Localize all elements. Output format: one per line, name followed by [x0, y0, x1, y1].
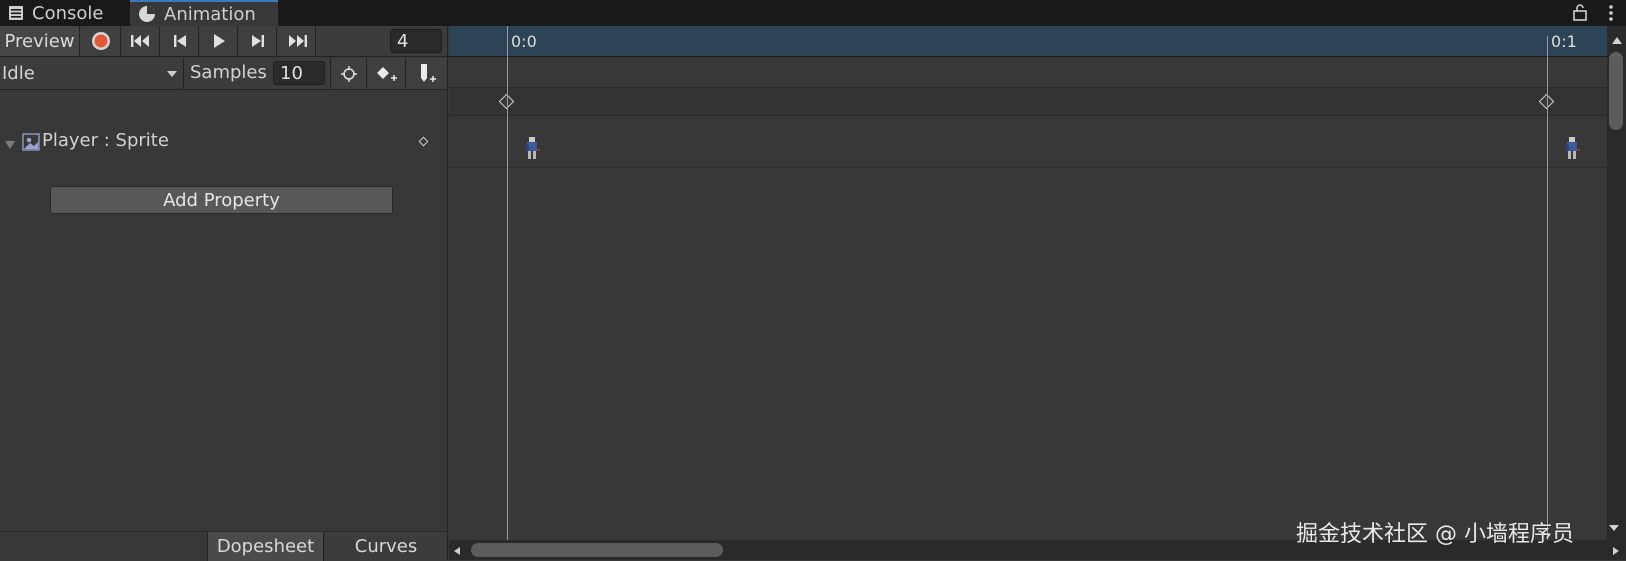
- step-back-icon: [173, 35, 186, 47]
- sprite-thumbnail-end[interactable]: [1563, 136, 1581, 162]
- add-keyframe-button[interactable]: [368, 58, 406, 89]
- tab-animation-label: Animation: [164, 3, 256, 25]
- preview-button[interactable]: Preview: [0, 26, 80, 56]
- crosshair-icon: [340, 65, 357, 82]
- add-property-label: Add Property: [163, 189, 280, 211]
- tab-console[interactable]: Console: [0, 0, 128, 26]
- record-button[interactable]: [81, 26, 121, 56]
- tab-dopesheet-label: Dopesheet: [216, 536, 315, 557]
- clip-dropdown[interactable]: Idle: [0, 58, 184, 89]
- filter-by-selection-button[interactable]: [330, 58, 367, 89]
- animation-clock-icon: [139, 6, 155, 22]
- tab-console-label: Console: [32, 2, 104, 24]
- play-icon: [213, 34, 225, 48]
- scroll-down-icon[interactable]: [1608, 524, 1620, 532]
- ruler-start-label: 0:0: [511, 32, 537, 51]
- vertical-scrollbar[interactable]: [1607, 26, 1626, 540]
- last-keyframe-button[interactable]: [278, 26, 316, 56]
- clip-start-line: [507, 57, 508, 540]
- chevron-down-icon: [167, 71, 177, 77]
- event-track[interactable]: [449, 58, 1607, 88]
- samples-label: Samples: [190, 62, 267, 83]
- scroll-up-icon[interactable]: [1611, 36, 1623, 45]
- tab-curves-label: Curves: [354, 536, 418, 557]
- frame-value: 4: [397, 30, 409, 52]
- console-icon: [9, 6, 23, 20]
- add-event-button[interactable]: [407, 58, 447, 89]
- property-label: Player : Sprite: [42, 130, 169, 151]
- samples-value: 10: [280, 62, 303, 84]
- skip-to-end-icon: [288, 35, 307, 47]
- previous-keyframe-button[interactable]: [161, 26, 199, 56]
- sprite-renderer-icon: [22, 133, 40, 151]
- record-icon: [91, 32, 110, 50]
- add-keyframe-icon: [376, 66, 397, 81]
- tab-dopesheet[interactable]: Dopesheet: [207, 532, 324, 561]
- first-keyframe-button[interactable]: [122, 26, 160, 56]
- window-tab-bar: Console Animation: [0, 0, 1626, 26]
- sprite-thumbnail-start[interactable]: [523, 136, 541, 162]
- summary-keyframe-track[interactable]: [449, 88, 1607, 116]
- step-forward-icon: [251, 35, 264, 47]
- skip-to-start-icon: [130, 35, 149, 47]
- add-property-button[interactable]: Add Property: [50, 186, 393, 214]
- expand-triangle-icon[interactable]: [4, 140, 16, 150]
- ruler-tick-start: [507, 26, 508, 57]
- tab-animation[interactable]: Animation: [130, 0, 278, 26]
- scroll-right-icon[interactable]: [1612, 546, 1620, 556]
- kebab-menu-icon[interactable]: [1604, 2, 1618, 24]
- time-ruler[interactable]: 0:0 0:1: [449, 26, 1607, 57]
- lock-icon[interactable]: [1572, 3, 1588, 21]
- property-row[interactable]: Player : Sprite: [0, 126, 447, 166]
- play-button[interactable]: [200, 26, 238, 56]
- animation-hierarchy-panel: Preview 4 Idle Samples 10 Player: Sprit…: [0, 26, 448, 561]
- ruler-tick-end: [1547, 36, 1548, 57]
- playback-toolbar: Preview 4: [0, 26, 447, 57]
- watermark-text: 掘金技术社区 @ 小墙程序员: [1296, 522, 1574, 547]
- next-keyframe-button[interactable]: [239, 26, 277, 56]
- sprite-keyframe-track[interactable]: [449, 116, 1607, 168]
- view-mode-bar: Dopesheet Curves: [0, 531, 447, 561]
- ruler-end-label: 0:1: [1551, 32, 1577, 51]
- scroll-left-icon[interactable]: [453, 546, 461, 556]
- tab-curves[interactable]: Curves: [325, 532, 447, 561]
- add-event-icon: [421, 63, 436, 82]
- horizontal-scroll-thumb[interactable]: [471, 543, 723, 557]
- clip-name: Idle: [2, 63, 35, 84]
- clip-toolbar: Idle Samples 10: [0, 58, 447, 90]
- vertical-scroll-thumb[interactable]: [1609, 52, 1623, 130]
- clip-end-line: [1547, 57, 1548, 540]
- keyframe-area[interactable]: [449, 168, 1607, 540]
- frame-field[interactable]: 4: [390, 29, 442, 53]
- samples-field[interactable]: 10: [273, 61, 325, 85]
- preview-label: Preview: [4, 30, 75, 52]
- keyframe-diamond-icon[interactable]: [418, 136, 429, 147]
